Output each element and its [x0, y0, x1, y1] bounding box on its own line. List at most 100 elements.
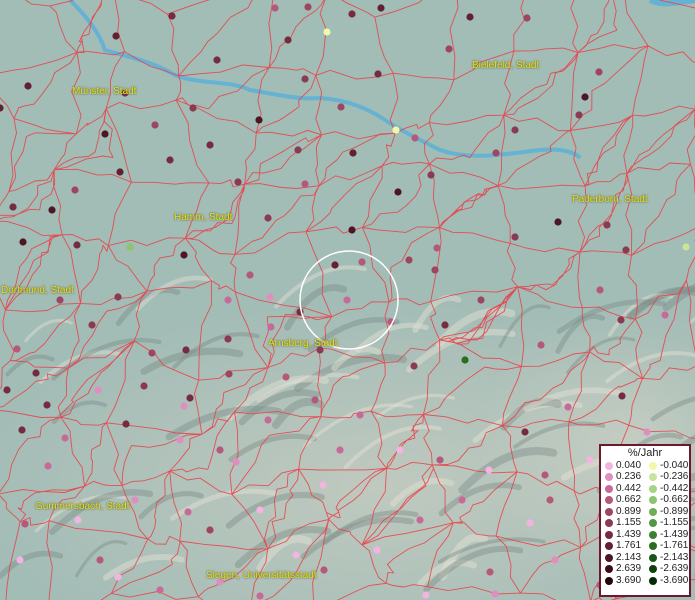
station-marker[interactable]	[148, 349, 156, 357]
station-marker[interactable]	[101, 130, 109, 138]
station-marker[interactable]	[537, 341, 545, 349]
station-marker[interactable]	[267, 323, 275, 331]
station-marker[interactable]	[586, 456, 594, 464]
station-marker[interactable]	[661, 311, 669, 319]
station-marker[interactable]	[116, 168, 124, 176]
station-marker[interactable]	[486, 568, 494, 576]
station-marker[interactable]	[461, 356, 469, 364]
station-marker[interactable]	[358, 258, 366, 266]
station-marker[interactable]	[114, 293, 122, 301]
station-marker[interactable]	[94, 386, 102, 394]
station-marker[interactable]	[337, 103, 345, 111]
station-marker[interactable]	[575, 111, 583, 119]
station-marker[interactable]	[56, 296, 64, 304]
station-marker[interactable]	[131, 496, 139, 504]
station-marker[interactable]	[122, 420, 130, 428]
station-marker[interactable]	[643, 428, 651, 436]
station-marker[interactable]	[166, 156, 174, 164]
station-marker[interactable]	[206, 526, 214, 534]
station-marker[interactable]	[349, 149, 357, 157]
station-marker[interactable]	[311, 396, 319, 404]
station-marker[interactable]	[436, 456, 444, 464]
station-marker[interactable]	[618, 392, 626, 400]
station-marker[interactable]	[216, 446, 224, 454]
station-marker[interactable]	[140, 382, 148, 390]
station-marker[interactable]	[477, 296, 485, 304]
station-marker[interactable]	[394, 188, 402, 196]
station-marker[interactable]	[44, 462, 52, 470]
station-marker[interactable]	[180, 251, 188, 259]
station-marker[interactable]	[301, 180, 309, 188]
station-marker[interactable]	[622, 246, 630, 254]
station-marker[interactable]	[603, 221, 611, 229]
station-marker[interactable]	[71, 186, 79, 194]
station-marker[interactable]	[301, 75, 309, 83]
station-marker[interactable]	[184, 508, 192, 516]
station-marker[interactable]	[492, 149, 500, 157]
station-marker[interactable]	[491, 590, 499, 598]
station-marker[interactable]	[156, 586, 164, 594]
station-marker[interactable]	[264, 416, 272, 424]
station-marker[interactable]	[348, 226, 356, 234]
station-marker[interactable]	[32, 369, 40, 377]
station-marker[interactable]	[73, 241, 81, 249]
station-marker[interactable]	[112, 32, 120, 40]
station-marker[interactable]	[320, 566, 328, 574]
station-marker[interactable]	[523, 14, 531, 22]
station-marker[interactable]	[581, 93, 589, 101]
station-marker[interactable]	[43, 401, 51, 409]
station-marker[interactable]	[374, 70, 382, 78]
station-marker[interactable]	[373, 546, 381, 554]
station-marker[interactable]	[114, 573, 122, 581]
station-marker[interactable]	[96, 556, 104, 564]
station-marker[interactable]	[511, 233, 519, 241]
station-marker[interactable]	[392, 126, 400, 134]
station-marker[interactable]	[331, 261, 339, 269]
station-marker[interactable]	[596, 286, 604, 294]
station-marker[interactable]	[16, 556, 24, 564]
station-marker[interactable]	[246, 271, 254, 279]
station-marker[interactable]	[232, 458, 240, 466]
station-marker[interactable]	[466, 13, 474, 21]
station-marker[interactable]	[511, 126, 519, 134]
station-marker[interactable]	[433, 244, 441, 252]
station-marker[interactable]	[356, 411, 364, 419]
map-view[interactable]: Münster, Stadt Bielefeld, Stadt Hamm, St…	[0, 0, 695, 600]
station-marker[interactable]	[682, 243, 690, 251]
station-marker[interactable]	[445, 45, 453, 53]
station-marker[interactable]	[24, 82, 32, 90]
station-marker[interactable]	[48, 206, 56, 214]
station-marker[interactable]	[186, 394, 194, 402]
station-marker[interactable]	[458, 496, 466, 504]
station-marker[interactable]	[416, 516, 424, 524]
station-marker[interactable]	[617, 316, 625, 324]
station-marker[interactable]	[9, 203, 17, 211]
station-marker[interactable]	[256, 592, 264, 600]
station-marker[interactable]	[224, 335, 232, 343]
station-marker[interactable]	[427, 171, 435, 179]
station-marker[interactable]	[74, 516, 82, 524]
station-marker[interactable]	[284, 36, 292, 44]
station-marker[interactable]	[546, 496, 554, 504]
station-marker[interactable]	[271, 4, 279, 12]
station-marker[interactable]	[255, 116, 263, 124]
station-marker[interactable]	[168, 12, 176, 20]
station-marker[interactable]	[377, 4, 385, 12]
station-marker[interactable]	[294, 146, 302, 154]
station-marker[interactable]	[405, 256, 413, 264]
station-marker[interactable]	[431, 266, 439, 274]
station-marker[interactable]	[323, 28, 331, 36]
station-marker[interactable]	[348, 10, 356, 18]
station-marker[interactable]	[264, 214, 272, 222]
station-marker[interactable]	[343, 296, 351, 304]
station-marker[interactable]	[180, 402, 188, 410]
station-marker[interactable]	[595, 68, 603, 76]
station-marker[interactable]	[441, 321, 449, 329]
station-marker[interactable]	[213, 56, 221, 64]
station-marker[interactable]	[61, 434, 69, 442]
station-marker[interactable]	[526, 519, 534, 527]
station-marker[interactable]	[485, 466, 493, 474]
station-marker[interactable]	[256, 506, 264, 514]
station-marker[interactable]	[176, 436, 184, 444]
station-marker[interactable]	[189, 104, 197, 112]
